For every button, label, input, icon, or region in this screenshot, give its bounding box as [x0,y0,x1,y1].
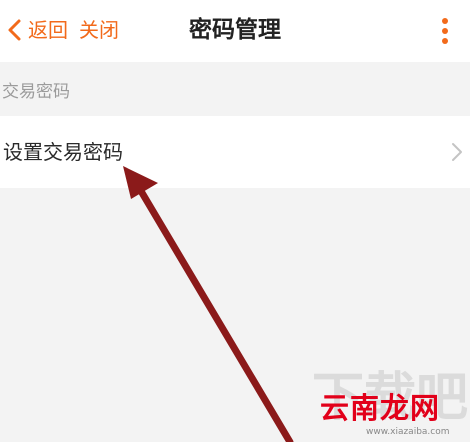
more-vertical-icon[interactable] [430,14,460,48]
page-title: 密码管理 [189,17,281,43]
chevron-right-icon [452,143,462,161]
back-button[interactable]: 返回 [4,12,68,48]
back-label: 返回 [28,18,68,42]
app-header: 返回 关闭 密码管理 [0,0,470,62]
watermark-url: www.xiazaiba.com [366,427,450,437]
chevron-left-icon [8,19,21,41]
close-button[interactable]: 关闭 [79,12,119,48]
section-header-trade-password: 交易密码 [2,82,70,102]
list-item-label: 设置交易密码 [3,140,123,164]
list-item-set-trade-password[interactable]: 设置交易密码 [0,116,470,188]
watermark-logo-text: 云南龙网 [320,391,441,425]
